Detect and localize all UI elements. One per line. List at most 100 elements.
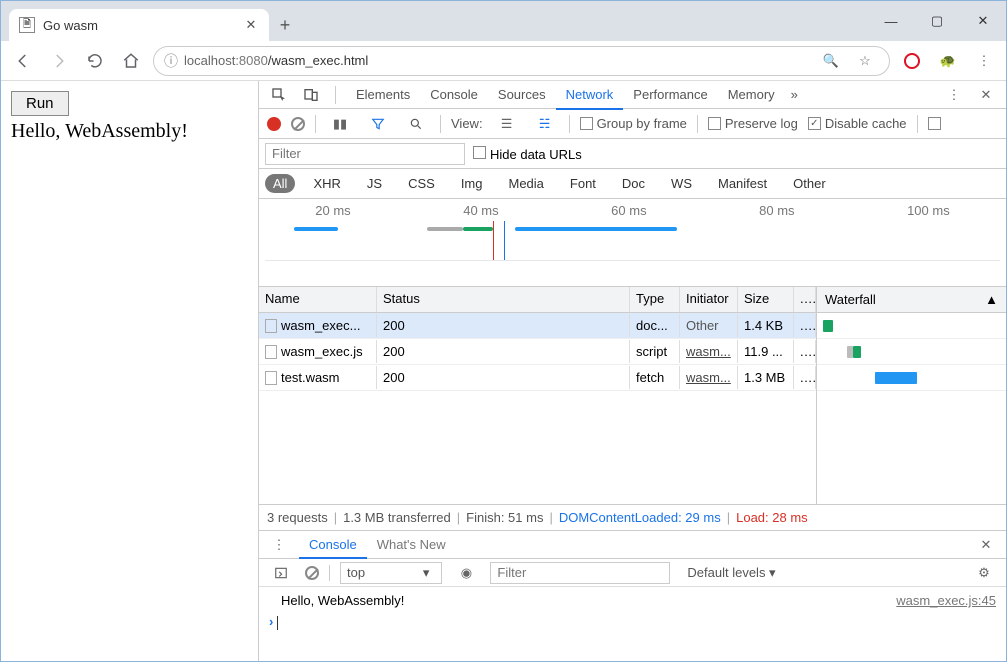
site-info-icon[interactable]: ⓘ [164, 51, 178, 71]
clear-button[interactable] [291, 117, 305, 131]
address-bar[interactable]: ⓘ localhost:8080/wasm_exec.html 🔍 ☆ [153, 46, 890, 76]
url-text: localhost:8080/wasm_exec.html [184, 52, 811, 69]
col-name[interactable]: Name [259, 287, 377, 312]
large-rows-icon[interactable]: ☰ [493, 110, 521, 138]
devtools-tab-memory[interactable]: Memory [718, 81, 785, 108]
type-filter-all[interactable]: All [265, 174, 295, 193]
record-button[interactable] [267, 117, 281, 131]
waterfall-row[interactable] [817, 339, 1006, 365]
type-filter-other[interactable]: Other [785, 174, 834, 193]
drawer-tab-what-s-new[interactable]: What's New [367, 532, 456, 557]
new-tab-button[interactable]: + [269, 9, 301, 41]
console-output[interactable]: Hello, WebAssembly! wasm_exec.js:45 › [259, 587, 1006, 661]
device-toggle-icon[interactable] [297, 81, 325, 109]
console-source-link[interactable]: wasm_exec.js:45 [896, 593, 996, 608]
file-icon [265, 345, 277, 359]
type-filter-manifest[interactable]: Manifest [710, 174, 775, 193]
sort-icon: ▲ [985, 292, 998, 307]
type-filter-media[interactable]: Media [500, 174, 551, 193]
devtools-menu-icon[interactable]: ⋮ [940, 81, 968, 109]
type-filter-xhr[interactable]: XHR [305, 174, 348, 193]
overview-timeline[interactable]: 20 ms40 ms60 ms80 ms100 ms [259, 199, 1006, 287]
type-filter-doc[interactable]: Doc [614, 174, 653, 193]
col-more[interactable]: ... [794, 287, 816, 312]
minimize-button[interactable]: — [868, 5, 914, 37]
offline-checkbox[interactable] [928, 117, 941, 130]
request-row[interactable]: wasm_exec.js200scriptwasm...11.9 ...... [259, 339, 816, 365]
devtools-tab-performance[interactable]: Performance [623, 81, 717, 108]
toolbar: ⓘ localhost:8080/wasm_exec.html 🔍 ☆ 🐢 ⋮ [1, 41, 1006, 81]
summary-dcl: DOMContentLoaded: 29 ms [559, 510, 721, 525]
console-caret[interactable] [277, 616, 278, 630]
zoom-icon[interactable]: 🔍 [817, 47, 845, 75]
hide-data-urls-checkbox[interactable]: Hide data URLs [473, 146, 582, 162]
type-filter-js[interactable]: JS [359, 174, 390, 193]
waterfall-row[interactable] [817, 313, 1006, 339]
clear-console-icon[interactable] [305, 566, 319, 580]
type-filter-css[interactable]: CSS [400, 174, 443, 193]
filter-toggle-icon[interactable] [364, 110, 392, 138]
drawer-tab-console[interactable]: Console [299, 532, 367, 559]
waterfall-row[interactable] [817, 365, 1006, 391]
network-requests-table: Name Status Type Initiator Size ... wasm… [259, 287, 1006, 505]
home-button[interactable] [117, 47, 145, 75]
network-summary: 3 requests| 1.3 MB transferred| Finish: … [259, 505, 1006, 531]
col-status[interactable]: Status [377, 287, 630, 312]
filter-bar: Hide data URLs [259, 139, 1006, 169]
console-settings-icon[interactable]: ⚙ [970, 559, 998, 587]
reload-button[interactable] [81, 47, 109, 75]
disable-cache-checkbox[interactable]: Disable cache [808, 116, 907, 131]
search-icon[interactable] [402, 110, 430, 138]
camera-icon[interactable]: ▮▮ [326, 110, 354, 138]
close-window-button[interactable]: ✕ [960, 5, 1006, 37]
devtools-tab-elements[interactable]: Elements [346, 81, 420, 108]
context-selector[interactable]: top ▾ [340, 562, 442, 584]
inspect-element-icon[interactable] [265, 81, 293, 109]
devtools-tab-sources[interactable]: Sources [488, 81, 556, 108]
group-by-frame-checkbox[interactable]: Group by frame [580, 116, 687, 131]
run-button[interactable]: Run [11, 91, 69, 116]
col-type[interactable]: Type [630, 287, 680, 312]
type-filter-ws[interactable]: WS [663, 174, 700, 193]
close-devtools-icon[interactable]: ✕ [972, 81, 1000, 109]
type-filter-img[interactable]: Img [453, 174, 491, 193]
filter-input[interactable] [265, 143, 465, 165]
maximize-button[interactable]: ▢ [914, 5, 960, 37]
console-toolbar: top ▾ ◉ Default levels ▾ ⚙ [259, 559, 1006, 587]
devtools-tabbar: ElementsConsoleSourcesNetworkPerformance… [259, 81, 1006, 109]
extension-icon[interactable]: 🐢 [934, 47, 962, 75]
console-filter-input[interactable] [490, 562, 670, 584]
console-prompt-icon: › [269, 614, 273, 629]
col-waterfall[interactable]: Waterfall▲ [817, 287, 1006, 313]
browser-tab[interactable]: 🗎 Go wasm ✕ [9, 9, 269, 41]
page-content: Run Hello, WebAssembly! [1, 81, 259, 661]
request-row[interactable]: wasm_exec...200doc...Other1.4 KB... [259, 313, 816, 339]
preserve-log-checkbox[interactable]: Preserve log [708, 116, 798, 131]
log-levels-selector[interactable]: Default levels ▾ [680, 562, 782, 584]
bookmark-icon[interactable]: ☆ [851, 47, 879, 75]
view-label: View: [451, 116, 483, 131]
devtools-panel: ElementsConsoleSourcesNetworkPerformance… [259, 81, 1006, 661]
col-initiator[interactable]: Initiator [680, 287, 738, 312]
drawer-menu-icon[interactable]: ⋮ [265, 531, 293, 559]
console-sidebar-icon[interactable] [267, 559, 295, 587]
more-tabs-icon[interactable]: » [791, 87, 798, 102]
close-drawer-icon[interactable]: ✕ [972, 531, 1000, 559]
chrome-menu-icon[interactable]: ⋮ [970, 47, 998, 75]
close-tab-icon[interactable]: ✕ [243, 17, 259, 33]
type-filter-font[interactable]: Font [562, 174, 604, 193]
col-size[interactable]: Size [738, 287, 794, 312]
extension-ublock-icon[interactable] [898, 47, 926, 75]
devtools-tab-network[interactable]: Network [556, 81, 624, 110]
request-row[interactable]: test.wasm200fetchwasm...1.3 MB... [259, 365, 816, 391]
devtools-drawer: ⋮ ConsoleWhat's New ✕ top ▾ ◉ Default le… [259, 531, 1006, 661]
file-icon [265, 371, 277, 385]
forward-button[interactable] [45, 47, 73, 75]
eye-icon[interactable]: ◉ [452, 559, 480, 587]
waterfall-view-icon[interactable]: ☵ [531, 110, 559, 138]
page-icon: 🗎 [19, 17, 35, 33]
devtools-tab-console[interactable]: Console [420, 81, 488, 108]
window-titlebar: 🗎 Go wasm ✕ + — ▢ ✕ [1, 1, 1006, 41]
back-button[interactable] [9, 47, 37, 75]
network-toolbar: ▮▮ View: ☰ ☵ Group by frame Preserve log… [259, 109, 1006, 139]
